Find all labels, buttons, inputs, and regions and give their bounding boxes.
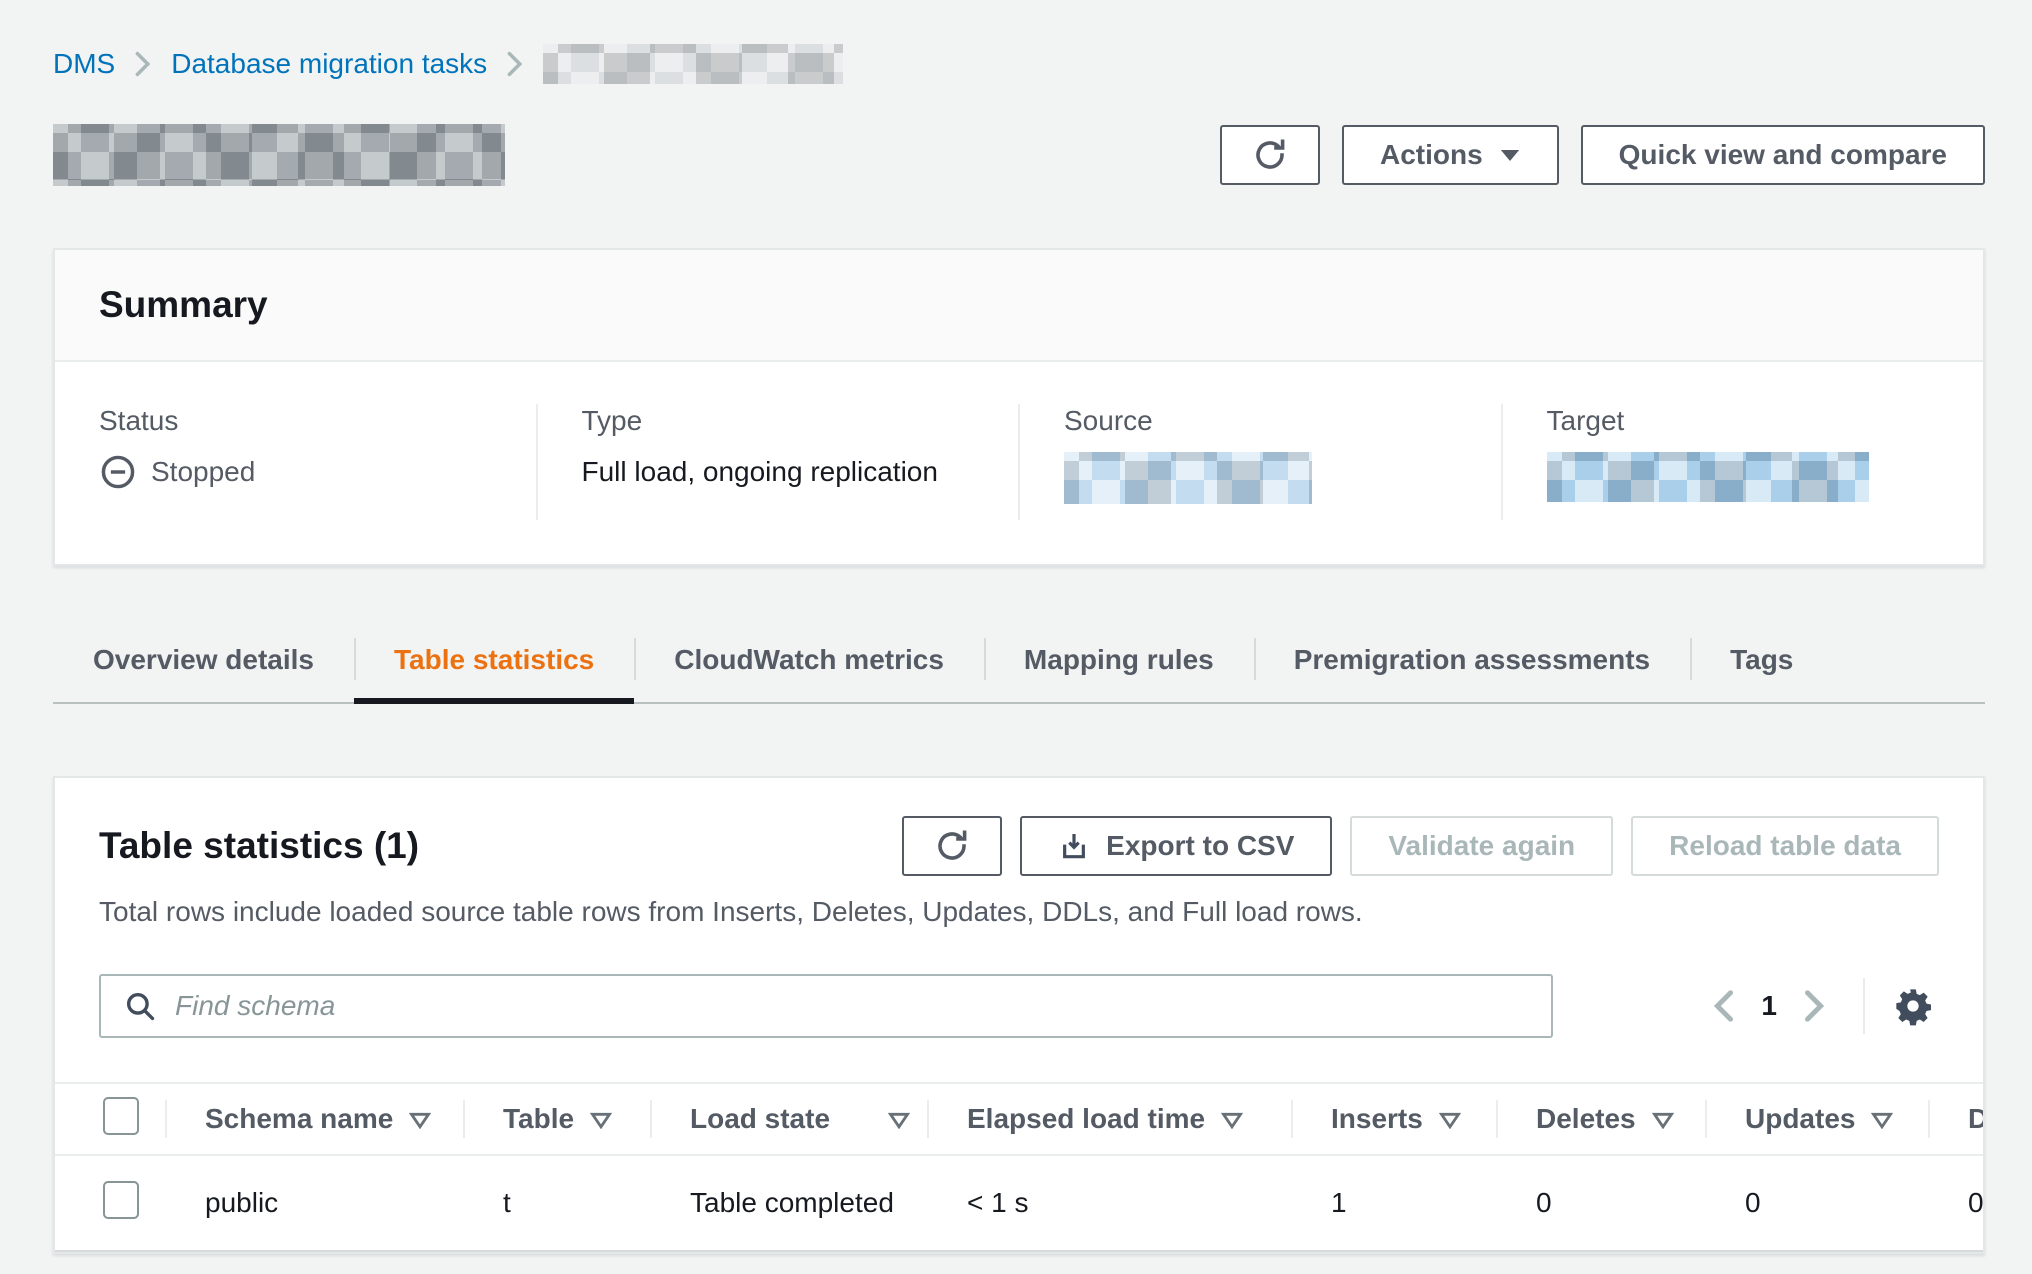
cell-deletes: 0: [1496, 1155, 1705, 1251]
task-tabs: Overview details Table statistics CloudW…: [53, 626, 1985, 704]
cell-truncated: 0: [1928, 1155, 1985, 1251]
schema-search-box: [99, 974, 1553, 1038]
sort-icon: [409, 1112, 431, 1129]
previous-page-button[interactable]: [1697, 980, 1749, 1032]
cell-schema-name: public: [165, 1155, 463, 1251]
select-all-header: [55, 1083, 165, 1155]
validate-again-button[interactable]: Validate again: [1350, 816, 1613, 876]
column-header-inserts[interactable]: Inserts: [1291, 1083, 1496, 1155]
column-header-updates[interactable]: Updates: [1705, 1083, 1928, 1155]
table-statistics-header: Table statistics (1) Export to CSV Valid…: [55, 778, 1983, 1038]
next-page-button[interactable]: [1789, 980, 1841, 1032]
quick-view-label: Quick view and compare: [1619, 139, 1947, 171]
source-label: Source: [1064, 404, 1501, 438]
chevron-right-icon: [1803, 989, 1827, 1023]
type-value: Full load, ongoing replication: [582, 452, 1019, 492]
summary-card-header: Summary: [55, 250, 1983, 362]
summary-field-source: Source: [1018, 404, 1501, 520]
column-header-deletes[interactable]: Deletes: [1496, 1083, 1705, 1155]
sort-icon: [1439, 1112, 1461, 1129]
pagination-divider: [1863, 978, 1865, 1034]
summary-field-target: Target: [1501, 404, 1984, 520]
row-select-cell: [55, 1155, 165, 1251]
refresh-button[interactable]: [1220, 125, 1320, 185]
summary-body: Status Stopped Type Full load, ongoing r…: [55, 362, 1983, 564]
download-icon: [1058, 830, 1090, 862]
table-statistics-description: Total rows include loaded source table r…: [99, 894, 1939, 930]
source-endpoint-redacted-link[interactable]: [1064, 452, 1312, 504]
reload-table-data-label: Reload table data: [1669, 830, 1901, 862]
chevron-right-icon: [135, 51, 151, 77]
status-text: Stopped: [151, 452, 255, 492]
sort-icon: [1652, 1112, 1674, 1129]
tab-premigration-assessments[interactable]: Premigration assessments: [1254, 626, 1690, 702]
table-header-row: Schema name Table Load state Elapsed loa…: [55, 1083, 1985, 1155]
stopped-icon: [99, 453, 137, 491]
page-header: Actions Quick view and compare: [53, 124, 1985, 186]
table-statistics-table: Schema name Table Load state Elapsed loa…: [55, 1082, 1985, 1252]
chevron-right-icon: [507, 51, 523, 77]
cell-updates: 0: [1705, 1155, 1928, 1251]
search-icon: [123, 989, 157, 1023]
export-to-csv-button[interactable]: Export to CSV: [1020, 816, 1332, 876]
summary-field-status: Status Stopped: [55, 404, 536, 520]
table-statistics-actions: Export to CSV Validate again Reload tabl…: [902, 816, 1939, 876]
summary-title: Summary: [99, 284, 1939, 326]
summary-field-type: Type Full load, ongoing replication: [536, 404, 1019, 520]
summary-card: Summary Status Stopped Type Full load, o…: [53, 248, 1985, 566]
row-checkbox[interactable]: [103, 1181, 139, 1219]
table-toolbar: 1: [99, 974, 1939, 1038]
pagination: 1: [1697, 978, 1939, 1034]
tab-tags[interactable]: Tags: [1690, 626, 1833, 702]
breadcrumb: DMS Database migration tasks: [53, 44, 1985, 84]
refresh-icon: [934, 828, 970, 864]
validate-again-label: Validate again: [1388, 830, 1575, 862]
cell-load-state: Table completed: [650, 1155, 927, 1251]
task-name-redacted: [53, 124, 505, 186]
cell-elapsed-load-time: < 1 s: [927, 1155, 1291, 1251]
table-preferences-button[interactable]: [1887, 980, 1939, 1032]
sort-icon: [888, 1112, 910, 1129]
table-statistics-card: Table statistics (1) Export to CSV Valid…: [53, 776, 1985, 1254]
sort-icon: [590, 1112, 612, 1129]
quick-view-compare-button[interactable]: Quick view and compare: [1581, 125, 1985, 185]
column-header-load-state[interactable]: Load state: [650, 1083, 927, 1155]
tab-table-statistics[interactable]: Table statistics: [354, 626, 634, 702]
chevron-down-icon: [1499, 148, 1521, 163]
header-actions: Actions Quick view and compare: [1220, 125, 1985, 185]
sort-icon: [1871, 1112, 1893, 1129]
chevron-left-icon: [1711, 989, 1735, 1023]
type-label: Type: [582, 404, 1019, 438]
sort-icon: [1221, 1112, 1243, 1129]
target-endpoint-redacted-link[interactable]: [1547, 452, 1869, 502]
actions-button[interactable]: Actions: [1342, 125, 1559, 185]
status-value: Stopped: [99, 452, 536, 492]
select-all-checkbox[interactable]: [103, 1097, 139, 1135]
column-header-truncated[interactable]: D: [1928, 1083, 1985, 1155]
gear-icon: [1893, 986, 1933, 1026]
tab-mapping-rules[interactable]: Mapping rules: [984, 626, 1254, 702]
current-page-number[interactable]: 1: [1749, 990, 1789, 1022]
table-refresh-button[interactable]: [902, 816, 1002, 876]
column-header-elapsed-load-time[interactable]: Elapsed load time: [927, 1083, 1291, 1155]
breadcrumb-link-dms[interactable]: DMS: [53, 48, 115, 80]
table-statistics-title: Table statistics (1): [99, 825, 419, 867]
actions-button-label: Actions: [1380, 139, 1483, 171]
schema-search-input[interactable]: [175, 990, 1529, 1022]
table-row: public t Table completed < 1 s 1 0 0 0: [55, 1155, 1985, 1251]
target-label: Target: [1547, 404, 1984, 438]
tab-overview-details[interactable]: Overview details: [53, 626, 354, 702]
cell-inserts: 1: [1291, 1155, 1496, 1251]
tab-cloudwatch-metrics[interactable]: CloudWatch metrics: [634, 626, 984, 702]
column-header-table[interactable]: Table: [463, 1083, 650, 1155]
breadcrumb-current-redacted: [543, 44, 843, 84]
export-to-csv-label: Export to CSV: [1106, 830, 1294, 862]
cell-table: t: [463, 1155, 650, 1251]
breadcrumb-link-tasks[interactable]: Database migration tasks: [171, 48, 487, 80]
column-header-schema-name[interactable]: Schema name: [165, 1083, 463, 1155]
refresh-icon: [1252, 137, 1288, 173]
dms-task-page: DMS Database migration tasks Actions Qui…: [0, 0, 2032, 1254]
status-label: Status: [99, 404, 536, 438]
reload-table-data-button[interactable]: Reload table data: [1631, 816, 1939, 876]
